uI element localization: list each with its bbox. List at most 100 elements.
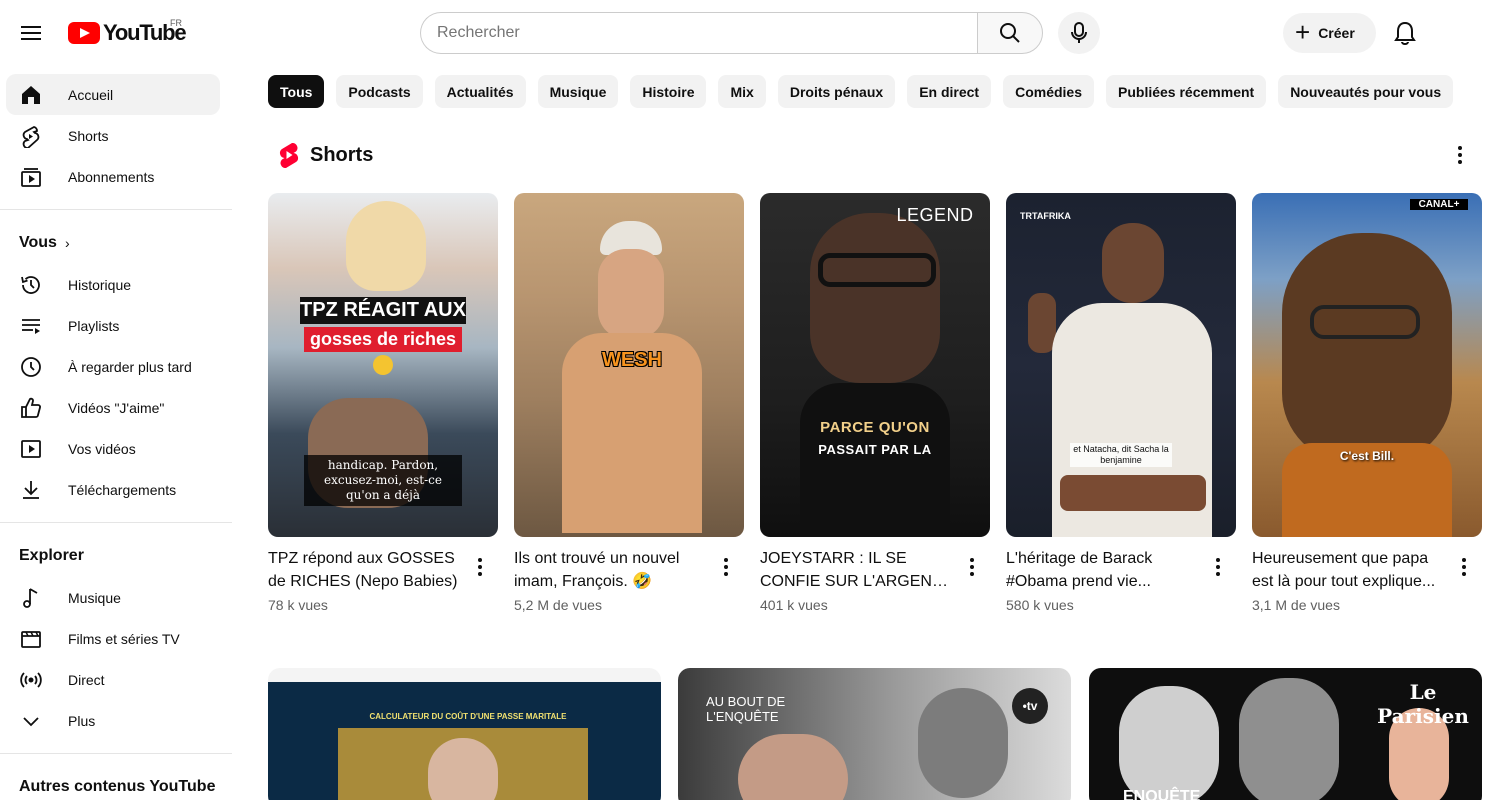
chevron-right-icon: ›: [64, 235, 70, 251]
more-vert-icon: [1458, 146, 1462, 164]
bell-icon: [1394, 21, 1416, 45]
shorts-logo-icon: [279, 142, 299, 168]
short-more-button[interactable]: [1454, 555, 1474, 579]
short-thumbnail[interactable]: WESH: [514, 193, 744, 537]
short-card[interactable]: TPZ RÉAGIT AUX gosses de riches handicap…: [268, 193, 498, 613]
short-views: 3,1 M de vues: [1252, 597, 1340, 613]
chip-publiees-recemment[interactable]: Publiées récemment: [1106, 75, 1267, 108]
short-title[interactable]: Ils ont trouvé un nouvel imam, François.…: [514, 547, 709, 593]
person-shape: [800, 383, 950, 537]
chevron-down-icon: [18, 708, 44, 734]
sidebar-item-accueil[interactable]: Accueil: [6, 74, 220, 115]
sidebar-item-historique[interactable]: Historique: [6, 264, 220, 305]
sidebar-item-liked-videos[interactable]: Vidéos "J'aime": [6, 387, 220, 428]
create-button[interactable]: + Créer: [1283, 13, 1376, 53]
sidebar-item-shorts[interactable]: Shorts: [6, 115, 220, 156]
short-title[interactable]: Heureusement que papa est là pour tout e…: [1252, 547, 1447, 593]
short-more-button[interactable]: [1208, 555, 1228, 579]
chip-nouveautes[interactable]: Nouveautés pour vous: [1278, 75, 1454, 108]
video-thumbnail[interactable]: CALCULATEUR DU COÛT D'UNE PASSE MARITALE: [268, 668, 661, 800]
sidebar-explore-heading: Explorer: [0, 535, 232, 577]
sidebar-item-downloads[interactable]: Téléchargements: [6, 469, 220, 510]
person-shape: [918, 688, 1008, 798]
more-vert-icon: [970, 558, 974, 576]
chip-en-direct[interactable]: En direct: [907, 75, 992, 108]
sidebar-item-label: Shorts: [68, 127, 109, 144]
sidebar-item-label: Vos vidéos: [68, 440, 136, 457]
sidebar-item-live[interactable]: Direct: [6, 659, 220, 700]
you-heading-label: Vous: [19, 234, 57, 251]
menu-button[interactable]: [10, 12, 52, 54]
sidebar-item-label: Playlists: [68, 317, 120, 334]
short-thumbnail[interactable]: TRTAFRIKA et Natacha, dit Sacha la benja…: [1006, 193, 1236, 537]
chip-actualites[interactable]: Actualités: [434, 75, 526, 108]
sidebar-item-label: Abonnements: [68, 168, 155, 185]
short-views: 78 k vues: [268, 597, 328, 613]
video-thumbnail[interactable]: AU BOUT DE L'ENQUÊTE •tv: [678, 668, 1071, 800]
person-shape: [738, 734, 848, 800]
your-videos-icon: [18, 436, 44, 462]
sidebar-item-watch-later[interactable]: À regarder plus tard: [6, 346, 220, 387]
chip-tous[interactable]: Tous: [268, 75, 325, 108]
notifications-button[interactable]: [1385, 13, 1425, 53]
sidebar-divider: [0, 522, 232, 523]
short-thumbnail[interactable]: TPZ RÉAGIT AUX gosses de riches handicap…: [268, 193, 498, 537]
sidebar-item-label: À regarder plus tard: [68, 358, 192, 375]
short-title[interactable]: JOEYSTARR : IL SE CONFIE SUR L'ARGENT ..…: [760, 547, 955, 593]
search-input[interactable]: [420, 12, 977, 54]
chip-droits-penaux[interactable]: Droits pénaux: [777, 75, 896, 108]
short-more-button[interactable]: [716, 555, 736, 579]
voice-search-button[interactable]: [1058, 12, 1100, 54]
sidebar-item-more[interactable]: Plus: [6, 700, 220, 741]
search-icon: [1000, 23, 1020, 43]
sidebar-item-label: Vidéos "J'aime": [68, 399, 165, 416]
live-icon: [18, 667, 44, 693]
person-shape: [598, 249, 664, 339]
shorts-heading: Shorts: [310, 143, 374, 166]
sidebar-item-playlists[interactable]: Playlists: [6, 305, 220, 346]
sidebar-you-heading[interactable]: Vous ›: [0, 222, 232, 264]
sidebar-item-movies[interactable]: Films et séries TV: [6, 618, 220, 659]
region-code: FR: [170, 18, 182, 28]
person-shape: [810, 213, 940, 383]
video-thumbnail[interactable]: Le Parisien ENQUÊTE: [1089, 668, 1482, 800]
other-heading-label: Autres contenus YouTube: [19, 778, 216, 795]
sidebar-item-abonnements[interactable]: Abonnements: [6, 156, 220, 197]
short-title[interactable]: TPZ répond aux GOSSES de RICHES (Nepo Ba…: [268, 547, 463, 593]
belt-shape: [1060, 475, 1206, 511]
sidebar-item-music[interactable]: Musique: [6, 577, 220, 618]
movies-icon: [18, 626, 44, 652]
glasses-shape: [1310, 305, 1420, 339]
emoji-icon: [373, 355, 393, 375]
chip-podcasts[interactable]: Podcasts: [336, 75, 423, 108]
thumbnail-caption: C'est Bill.: [1339, 449, 1395, 463]
sidebar-item-label: Téléchargements: [68, 481, 177, 498]
youtube-logo[interactable]: YouTube: [68, 18, 187, 48]
shorts-section-header: Shorts: [278, 142, 373, 168]
short-more-button[interactable]: [962, 555, 982, 579]
short-more-button[interactable]: [470, 555, 490, 579]
chip-comedies[interactable]: Comédies: [1003, 75, 1095, 108]
chip-mix[interactable]: Mix: [718, 75, 766, 108]
short-views: 5,2 M de vues: [514, 597, 602, 613]
shorts-more-button[interactable]: [1448, 143, 1472, 167]
thumbnail-overlay-text: LEGEND: [896, 205, 974, 225]
short-thumbnail[interactable]: CANAL+ C'est Bill.: [1252, 193, 1482, 537]
explore-heading-label: Explorer: [19, 547, 84, 564]
short-thumbnail[interactable]: LEGEND PARCE QU'ON PASSAIT PAR LA: [760, 193, 990, 537]
sidebar-item-label: Accueil: [68, 86, 114, 103]
sidebar-item-your-videos[interactable]: Vos vidéos: [6, 428, 220, 469]
short-title[interactable]: L'héritage de Barack #Obama prend vie...: [1006, 547, 1201, 593]
short-card[interactable]: CANAL+ C'est Bill. Heureusement que papa…: [1252, 193, 1482, 613]
person-shape: [1102, 223, 1164, 303]
search-button[interactable]: [977, 12, 1043, 54]
short-card[interactable]: LEGEND PARCE QU'ON PASSAIT PAR LA JOEYST…: [760, 193, 990, 613]
create-label: Créer: [1318, 25, 1355, 41]
microphone-icon: [1071, 22, 1087, 43]
chip-musique[interactable]: Musique: [537, 75, 619, 108]
search-bar: [420, 12, 1044, 54]
short-card[interactable]: TRTAFRIKA et Natacha, dit Sacha la benja…: [1006, 193, 1236, 613]
chip-histoire[interactable]: Histoire: [630, 75, 707, 108]
shorts-icon: [18, 123, 44, 149]
short-card[interactable]: WESH Ils ont trouvé un nouvel imam, Fran…: [514, 193, 744, 613]
